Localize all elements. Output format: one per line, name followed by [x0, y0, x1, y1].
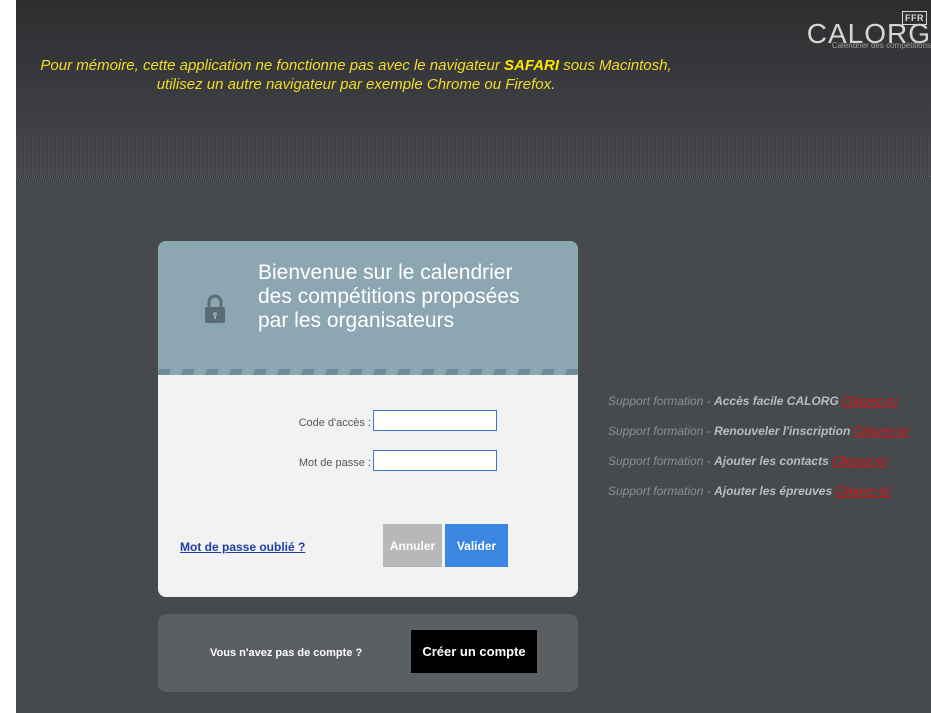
support-item: Support formation - Renouveler l'inscrip…: [608, 423, 931, 453]
notice-browser: SAFARI: [504, 57, 560, 74]
welcome-line-3: par les organisateurs: [258, 309, 455, 332]
forgot-password-link[interactable]: Mot de passe oublié ?: [180, 540, 305, 554]
support-item: Support formation - Ajouter les contacts…: [608, 453, 931, 483]
page-header: Pour mémoire, cette application ne fonct…: [16, 0, 931, 177]
cancel-button[interactable]: Annuler: [383, 524, 442, 567]
support-title: Renouveler l'inscription: [714, 424, 851, 438]
app-window: Pour mémoire, cette application ne fonct…: [16, 0, 931, 713]
support-prefix: Support formation -: [608, 394, 715, 408]
browser-notice: Pour mémoire, cette application ne fonct…: [16, 56, 696, 94]
support-link[interactable]: Cliquez-ici: [854, 424, 909, 438]
access-code-row: Code d'accès :: [158, 410, 578, 436]
support-title: Ajouter les contacts: [714, 454, 829, 468]
password-label: Mot de passe :: [298, 457, 371, 469]
support-prefix: Support formation -: [608, 454, 715, 468]
support-title: Accès facile CALORG: [714, 394, 839, 408]
welcome-line-2: des compétitions proposées: [258, 285, 520, 308]
calorg-logo: FFRCALORG Calendrier des compétitions: [791, 0, 931, 60]
support-link[interactable]: Cliquez-ici: [832, 454, 887, 468]
notice-suffix: sous Macintosh,: [559, 57, 672, 74]
support-prefix: Support formation -: [608, 484, 715, 498]
signup-bar: Vous n'avez pas de compte ? Créer un com…: [158, 614, 578, 692]
support-prefix: Support formation -: [608, 424, 715, 438]
login-card-header: Bienvenue sur le calendrier des compétit…: [158, 241, 578, 375]
support-link[interactable]: Cliquez-ici: [835, 484, 890, 498]
welcome-line-1: Bienvenue sur le calendrier: [258, 261, 513, 284]
access-code-input[interactable]: [373, 410, 497, 431]
access-code-label: Code d'accès :: [298, 417, 371, 429]
support-item: Support formation - Accès facile CALORG …: [608, 393, 931, 423]
support-item: Support formation - Ajouter les épreuves…: [608, 483, 931, 513]
lock-icon: [205, 294, 225, 323]
submit-button[interactable]: Valider: [445, 524, 508, 567]
support-link[interactable]: Cliquez-ici: [842, 394, 897, 408]
support-links: Support formation - Accès facile CALORG …: [608, 393, 931, 513]
welcome-title: Bienvenue sur le calendrier des compétit…: [258, 261, 558, 333]
logo-subtitle: Calendrier des compétitions: [831, 41, 931, 50]
support-title: Ajouter les épreuves: [714, 484, 833, 498]
notice-line2: utilisez un autre navigateur par exemple…: [156, 76, 556, 93]
notice-prefix: Pour mémoire, cette application ne fonct…: [40, 57, 505, 74]
no-account-text: Vous n'avez pas de compte ?: [210, 647, 363, 659]
password-input[interactable]: [373, 450, 497, 471]
create-account-button[interactable]: Créer un compte: [411, 630, 537, 673]
password-row: Mot de passe :: [158, 450, 578, 476]
login-card: Bienvenue sur le calendrier des compétit…: [158, 241, 578, 597]
